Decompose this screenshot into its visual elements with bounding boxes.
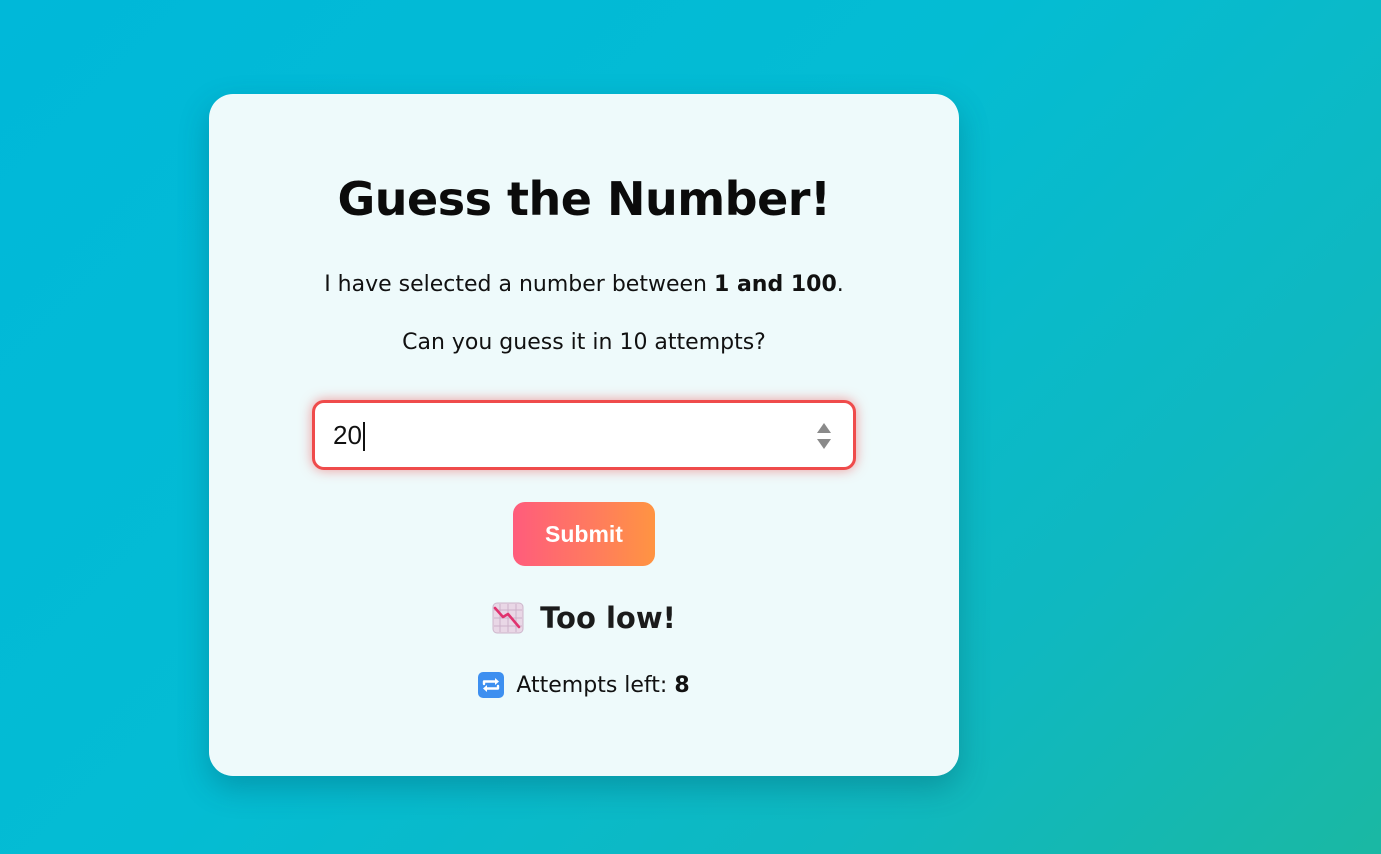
page-title: Guess the Number!: [337, 172, 831, 226]
number-stepper[interactable]: [817, 421, 831, 451]
guess-input[interactable]: [333, 403, 803, 467]
guess-input-field[interactable]: [312, 400, 856, 470]
feedback-message: Too low!: [209, 596, 959, 640]
intro-prefix: I have selected a number between: [324, 272, 714, 297]
challenge-text: Can you guess it in 10 attempts?: [402, 330, 766, 355]
stepper-down-icon[interactable]: [817, 439, 831, 449]
attempts-counter: Attempts left: 8: [209, 668, 959, 702]
attempts-label-group: Attempts left: 8: [516, 673, 689, 698]
game-card: Guess the Number! I have selected a numb…: [209, 94, 959, 776]
attempts-value: 8: [674, 672, 690, 698]
submit-button[interactable]: Submit: [513, 502, 655, 566]
stepper-up-icon[interactable]: [817, 423, 831, 433]
intro-suffix: .: [836, 272, 844, 297]
intro-text: I have selected a number between 1 and 1…: [209, 272, 959, 297]
text-caret: [363, 422, 365, 451]
intro-range: 1 and 100: [713, 272, 837, 297]
feedback-text: Too low!: [540, 601, 676, 635]
chart-decreasing-icon: [492, 602, 524, 634]
attempts-label: Attempts left:: [516, 672, 675, 698]
repeat-icon: [478, 672, 505, 698]
